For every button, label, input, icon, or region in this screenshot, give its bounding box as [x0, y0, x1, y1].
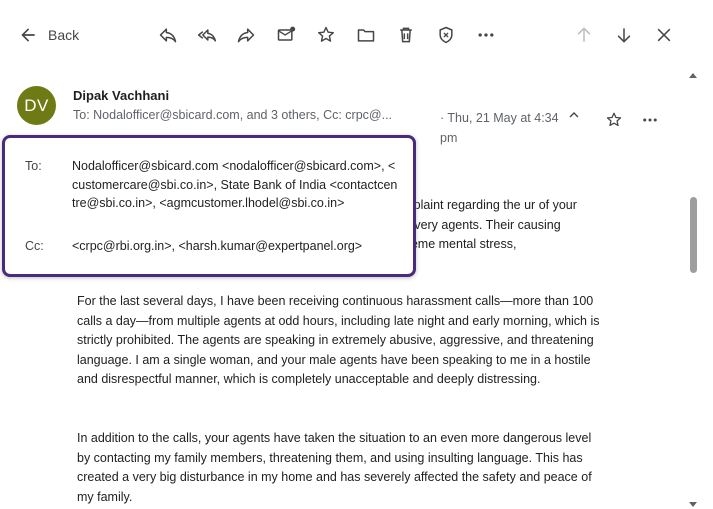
body-paragraph-partial: complaint regarding the ur of your recov… [390, 198, 577, 251]
avatar: DV [17, 86, 56, 125]
move-to-folder-button[interactable] [353, 22, 379, 48]
delete-button[interactable] [393, 22, 419, 48]
reply-all-icon [197, 29, 217, 42]
recipients-summary[interactable]: To: Nodalofficer@sbicard.com, and 3 othe… [73, 108, 392, 122]
back-label: Back [48, 27, 80, 43]
star-icon [318, 26, 334, 42]
trash-icon [400, 27, 412, 43]
cc-recipients[interactable]: <crpc@rbi.org.in>, <harsh.kumar@expertpa… [72, 237, 400, 256]
arrow-left-icon [21, 28, 35, 42]
arrow-up-icon [577, 27, 591, 42]
scroll-up-arrow[interactable] [689, 73, 697, 78]
cc-label: Cc: [25, 239, 44, 253]
more-icon[interactable] [641, 111, 659, 129]
shield-icon [439, 26, 453, 44]
recipients-popup: To: Nodalofficer@sbicard.com <nodaloffic… [2, 135, 416, 277]
mark-unread-icon [277, 26, 296, 41]
forward-icon [237, 28, 255, 43]
reply-icon [159, 28, 177, 43]
more-actions-button[interactable] [473, 22, 499, 48]
forward-button[interactable] [233, 22, 259, 48]
message-date: · Thu, 21 May at 4:34 pm [440, 111, 559, 145]
sender-name[interactable]: Dipak Vachhani [73, 88, 169, 103]
reply-all-button[interactable] [194, 22, 220, 48]
back-button[interactable]: Back [18, 22, 79, 48]
arrow-down-icon [617, 28, 631, 43]
spam-button[interactable] [433, 22, 459, 48]
body-paragraph: In addition to the calls, your agents ha… [77, 431, 592, 504]
to-recipients[interactable]: Nodalofficer@sbicard.com <nodalofficer@s… [72, 157, 400, 213]
star-button[interactable] [313, 22, 339, 48]
message-toolbar: Back [0, 0, 713, 72]
scrollbar-thumb[interactable] [690, 197, 697, 273]
mark-unread-button[interactable] [273, 22, 299, 48]
star-icon[interactable] [605, 111, 623, 129]
folder-icon [357, 29, 375, 42]
reply-button[interactable] [155, 22, 181, 48]
close-button[interactable] [651, 22, 677, 48]
scroll-down-arrow[interactable] [689, 502, 697, 507]
body-paragraph: For the last several days, I have been r… [77, 294, 600, 386]
chevron-up-icon[interactable] [566, 107, 582, 123]
close-icon [657, 28, 671, 42]
scrollbar[interactable] [688, 72, 698, 509]
more-icon [478, 33, 494, 37]
to-label: To: [25, 159, 42, 173]
previous-message-button[interactable] [571, 22, 597, 48]
next-message-button[interactable] [611, 22, 637, 48]
